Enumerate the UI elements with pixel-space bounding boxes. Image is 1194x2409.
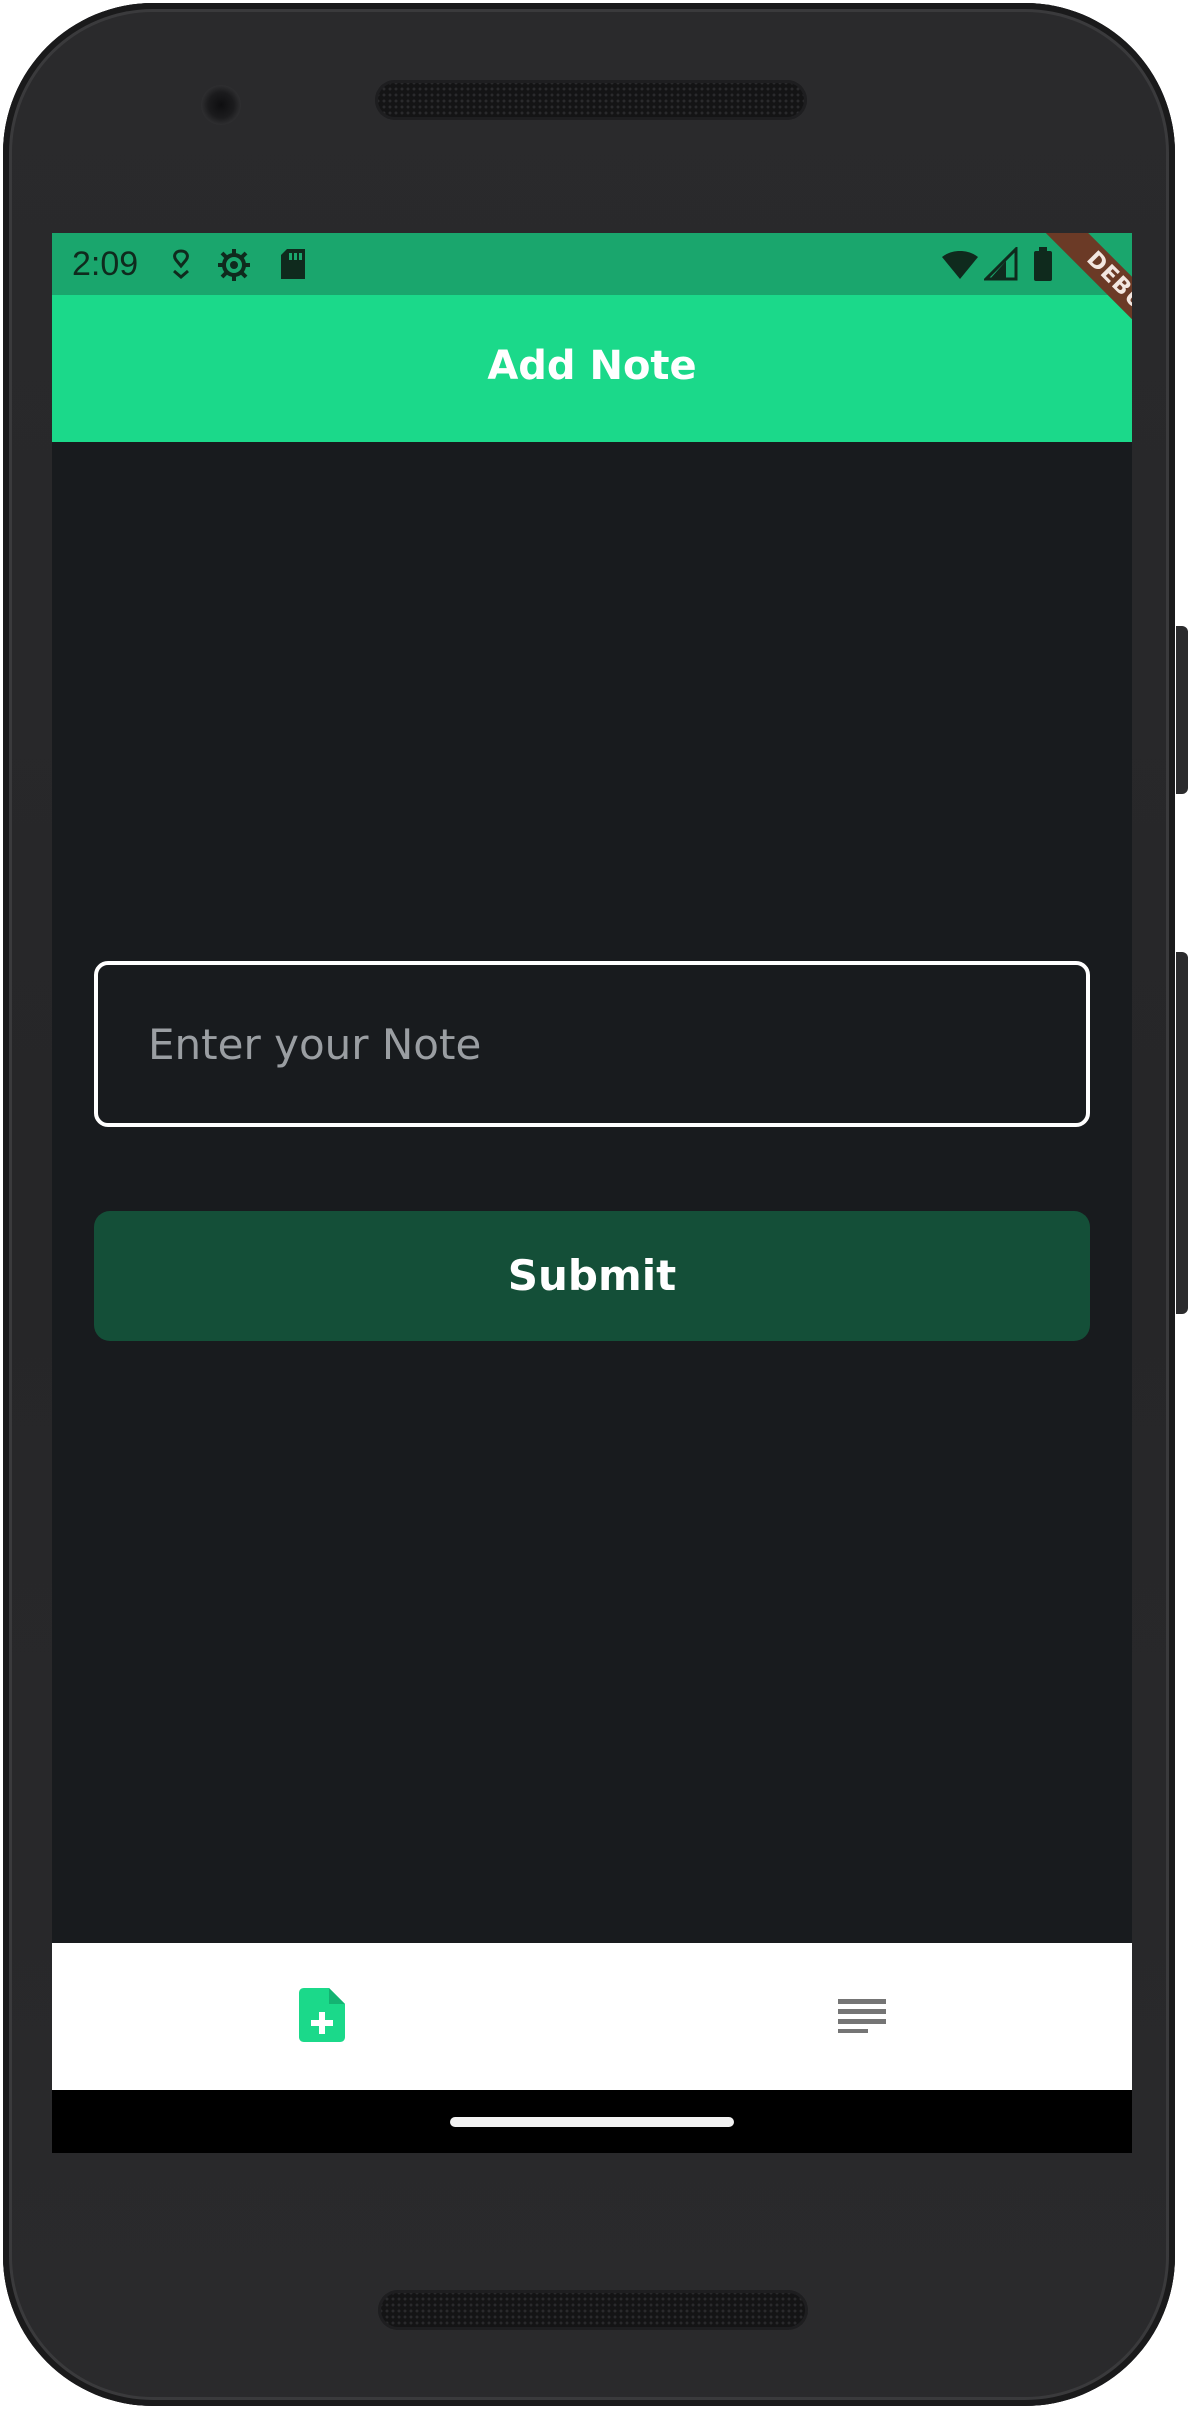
bottom-speaker-grille — [378, 2290, 808, 2330]
battery-icon — [1032, 247, 1066, 281]
nav-item-add-note[interactable] — [52, 1943, 592, 2090]
system-navigation-bar — [52, 2090, 1132, 2153]
note-field[interactable] — [94, 961, 1090, 1127]
signal-icon — [982, 245, 1018, 281]
note-input[interactable] — [98, 965, 1086, 1123]
front-camera — [201, 85, 241, 125]
notes-list-icon — [836, 1997, 888, 2037]
nav-item-notes-list[interactable] — [592, 1943, 1132, 2090]
wifi-icon — [940, 247, 978, 281]
add-note-icon — [299, 1987, 345, 2046]
settings-icon — [216, 247, 250, 281]
home-gesture-handle[interactable] — [450, 2117, 734, 2127]
bottom-navigation — [52, 1943, 1132, 2090]
app-bar: Add Note — [52, 295, 1132, 442]
device-screen: 2:09 Add Note DEBUG Enter your Note Subm… — [52, 233, 1132, 2153]
status-bar: 2:09 — [52, 233, 1132, 295]
location-icon — [164, 247, 198, 281]
sd-card-icon — [278, 247, 312, 281]
power-button — [1176, 626, 1188, 794]
page-title: Add Note — [487, 343, 697, 389]
submit-button[interactable]: Submit — [94, 1211, 1090, 1341]
status-time: 2:09 — [72, 245, 139, 283]
volume-rocker — [1176, 952, 1188, 1314]
top-speaker-grille — [375, 80, 807, 120]
